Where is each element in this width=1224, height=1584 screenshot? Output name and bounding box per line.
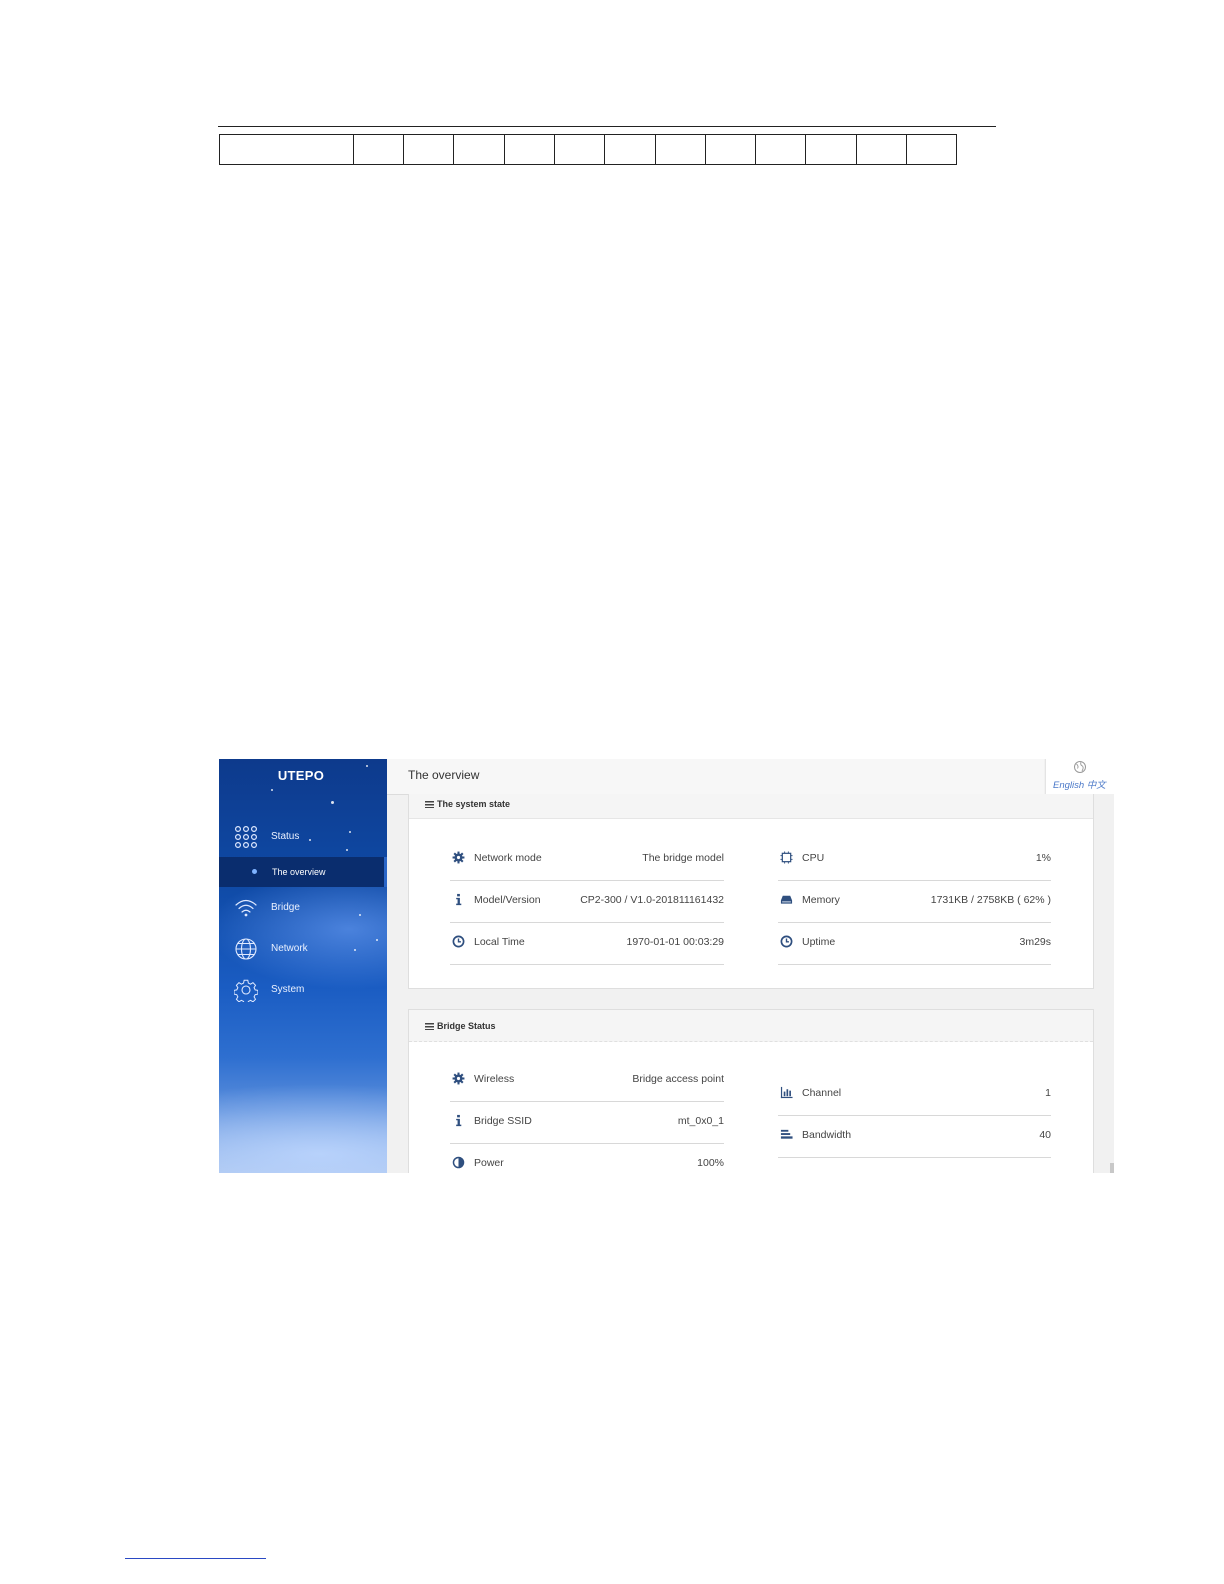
globe-icon — [1074, 761, 1086, 773]
sidebar-item-status[interactable]: Status — [219, 821, 387, 853]
clock-icon — [780, 935, 793, 948]
info-row: Bandwidth 40 — [778, 1115, 1051, 1158]
header-cell — [856, 134, 907, 165]
globe-icon — [235, 938, 257, 960]
header-rule — [218, 126, 996, 127]
row-label: Bandwidth — [802, 1129, 852, 1141]
row-value: 1% — [1035, 852, 1051, 864]
header-cell — [604, 134, 656, 165]
sidebar-item-network[interactable]: Network — [219, 933, 387, 965]
row-value: 1970-01-01 00:03:29 — [626, 936, 725, 948]
bridge-status-panel: Bridge Status Wireless Bridge access poi… — [408, 1009, 1094, 1173]
row-value: Bridge access point — [632, 1073, 724, 1085]
row-value: mt_0x0_1 — [677, 1115, 724, 1127]
info-row: Network mode The bridge model — [450, 838, 724, 881]
info-row: Channel 1 — [778, 1073, 1051, 1116]
info-icon — [456, 1114, 462, 1127]
info-row: Bridge SSID mt_0x0_1 — [450, 1101, 724, 1144]
utepo-logo: UTEPO — [277, 768, 325, 783]
cpu-icon — [780, 851, 793, 864]
sidebar: UTEPO Status The overview Bridge Network… — [219, 759, 387, 1173]
row-label: Uptime — [802, 936, 836, 948]
row-value: 1731KB / 2758KB ( 62% ) — [930, 894, 1051, 906]
row-value: 1 — [1045, 1087, 1051, 1099]
language-options[interactable]: English 中文 — [1053, 777, 1106, 791]
contrast-icon — [452, 1156, 465, 1169]
info-row: Wireless Bridge access point — [450, 1059, 724, 1102]
clock-icon — [452, 935, 465, 948]
header-table — [219, 134, 957, 165]
wifi-icon — [235, 899, 257, 917]
header-cell — [353, 134, 404, 165]
row-label: Local Time — [474, 936, 525, 948]
row-label: Channel — [802, 1087, 842, 1099]
sidebar-item-label: Bridge — [271, 902, 300, 913]
sidebar-item-label: The overview — [272, 867, 326, 877]
language-switcher[interactable]: English 中文 — [1045, 759, 1114, 794]
info-row: CPU 1% — [778, 838, 1051, 881]
active-dot-icon — [252, 869, 257, 874]
grid-icon — [234, 825, 258, 849]
topbar: The overview — [387, 759, 1044, 795]
row-label: Model/Version — [474, 894, 541, 906]
row-value: 3m29s — [1019, 936, 1051, 948]
gear-icon — [452, 851, 465, 864]
scrollbar[interactable] — [1110, 1163, 1114, 1173]
header-cell — [219, 134, 354, 165]
row-label: Wireless — [474, 1073, 515, 1085]
sidebar-item-label: System — [271, 984, 305, 995]
system-state-panel: The system state Network mode The bridge… — [408, 794, 1094, 989]
info-row: Model/Version CP2-300 / V1.0-20181116143… — [450, 880, 724, 923]
row-label: CPU — [802, 852, 825, 864]
panel-header: The system state — [409, 794, 1093, 819]
row-label: Power — [474, 1157, 504, 1169]
gear-icon — [452, 1072, 465, 1085]
header-cell — [705, 134, 756, 165]
header-cell — [755, 134, 806, 165]
panel-title: Bridge Status — [425, 1021, 496, 1031]
info-row: Power 100% — [450, 1143, 724, 1173]
sidebar-item-label: Network — [271, 943, 308, 954]
header-cell — [453, 134, 505, 165]
router-ui-screenshot: UTEPO Status The overview Bridge Network… — [219, 759, 1114, 1173]
bandwidth-icon — [780, 1129, 793, 1139]
page-title: The overview — [408, 768, 480, 782]
bar-chart-icon — [780, 1086, 793, 1099]
sidebar-item-label: Status — [271, 831, 300, 842]
header-cell — [805, 134, 857, 165]
header-cell — [655, 134, 706, 165]
row-label: Bridge SSID — [474, 1115, 532, 1127]
info-row: Uptime 3m29s — [778, 922, 1051, 965]
footnote-link-underline — [125, 1558, 266, 1559]
row-value: 100% — [697, 1157, 724, 1169]
row-value: 40 — [1039, 1129, 1051, 1141]
row-value: The bridge model — [642, 852, 724, 864]
header-cell — [906, 134, 957, 165]
gear-icon — [234, 979, 258, 1002]
panel-title: The system state — [425, 799, 510, 809]
header-cell — [403, 134, 454, 165]
sidebar-item-the-overview[interactable]: The overview — [219, 857, 387, 887]
row-value: CP2-300 / V1.0-201811161432 — [580, 894, 724, 906]
row-label: Memory — [802, 894, 840, 906]
header-cell — [504, 134, 555, 165]
info-icon — [456, 893, 462, 906]
row-label: Network mode — [474, 852, 542, 864]
panel-header: Bridge Status — [409, 1010, 1093, 1042]
info-row: Memory 1731KB / 2758KB ( 62% ) — [778, 880, 1051, 923]
memory-icon — [780, 895, 793, 904]
sidebar-item-bridge[interactable]: Bridge — [219, 892, 387, 924]
sidebar-item-system[interactable]: System — [219, 974, 387, 1006]
info-row: Local Time 1970-01-01 00:03:29 — [450, 922, 724, 965]
header-cell — [554, 134, 605, 165]
